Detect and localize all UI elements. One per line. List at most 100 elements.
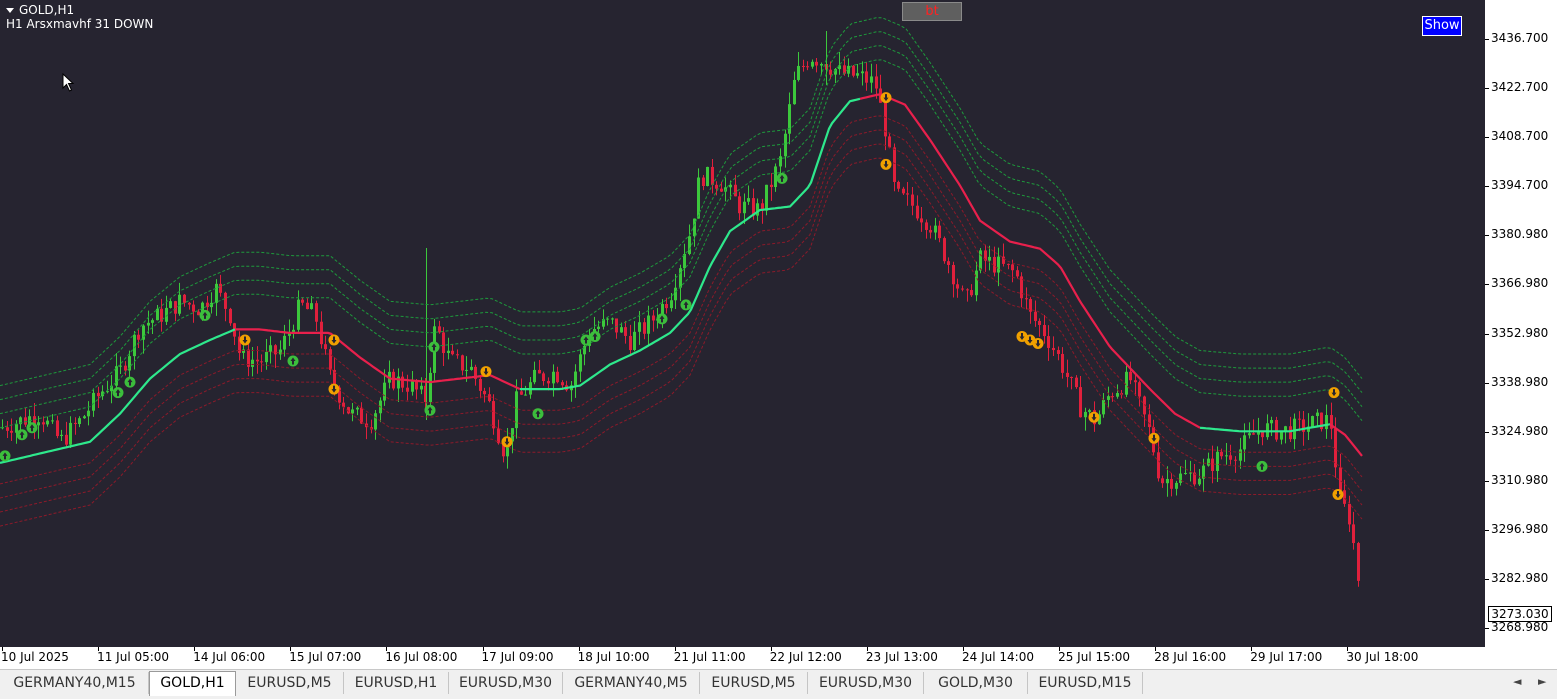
candle-body (51, 420, 54, 422)
tab-gold-m30[interactable]: GOLD,M30 (924, 672, 1028, 694)
candle-body (729, 184, 732, 188)
candle-body (447, 350, 450, 354)
candle-body (1220, 451, 1223, 457)
candle-body (178, 294, 181, 314)
candle-body (192, 304, 195, 312)
candle-body (1311, 416, 1314, 427)
candle-body (916, 205, 919, 219)
candle-body (888, 136, 891, 148)
candle-body (711, 166, 714, 185)
tab-eurusd-m5[interactable]: EURUSD,M5 (236, 672, 344, 694)
candle-body (1216, 451, 1219, 471)
candle-body (37, 422, 40, 426)
candle-body (743, 201, 746, 214)
candle-body (583, 345, 586, 355)
candle-body (1225, 455, 1228, 457)
price-axis[interactable]: 3436.700 3422.700 3408.700 3394.700 3380.980… (1484, 0, 1557, 647)
price-tick (1485, 480, 1489, 482)
candle-body (283, 335, 286, 350)
tab-gold-h1[interactable]: GOLD,H1 (149, 671, 236, 696)
candle-body (119, 365, 122, 367)
candle-body (943, 238, 946, 262)
candle-body (679, 268, 682, 288)
candle-body (1166, 478, 1169, 484)
candle-body (329, 349, 332, 370)
candle-body (174, 301, 177, 314)
price-label: 3310.980 (1491, 472, 1549, 487)
candle-body (15, 424, 18, 433)
candle-body (74, 422, 77, 425)
price-tick (1485, 186, 1489, 188)
candle-body (966, 289, 969, 291)
candle-body (702, 177, 705, 187)
candle-body (1325, 415, 1328, 430)
candle-body (1066, 372, 1069, 377)
candle-body (497, 428, 500, 444)
indicator-label: H1 Arsxmavhf 31 DOWN (6, 17, 154, 31)
candle-body (838, 65, 841, 70)
moving-average-line (859, 93, 1201, 429)
candle-body (1138, 382, 1141, 397)
candle-body (1107, 396, 1110, 400)
candle-body (815, 61, 818, 66)
candle-body (624, 327, 627, 336)
bt-button[interactable]: bt (902, 2, 962, 21)
candle-body (106, 391, 109, 393)
candle-body (1348, 503, 1351, 525)
candle-body (1075, 377, 1078, 388)
time-label: 25 Jul 15:00 (1058, 650, 1131, 664)
time-label: 11 Jul 05:00 (97, 650, 170, 664)
tab-eurusd-m15[interactable]: EURUSD,M15 (1028, 672, 1143, 694)
candle-body (461, 355, 464, 371)
price-tick (1485, 88, 1489, 90)
time-label: 16 Jul 08:00 (385, 650, 458, 664)
price-tick (1485, 137, 1489, 139)
candle-body (160, 308, 163, 322)
candle-body (251, 359, 254, 367)
candle-body (1175, 482, 1178, 489)
tab-eurusd-m5[interactable]: EURUSD,M5 (700, 672, 808, 694)
candle-body (1243, 435, 1246, 450)
candle-body (229, 308, 232, 324)
candle-body (465, 369, 468, 371)
candle-body (488, 394, 491, 402)
price-label: 3380.980 (1491, 227, 1549, 242)
tab-eurusd-m30[interactable]: EURUSD,M30 (808, 672, 924, 694)
tab-eurusd-h1[interactable]: EURUSD,H1 (344, 672, 449, 694)
candle-body (374, 413, 377, 430)
price-chart[interactable] (0, 0, 1484, 647)
candle-body (1234, 459, 1237, 461)
time-axis[interactable]: 10 Jul 2025 11 Jul 05:00 14 Jul 06:00 15 Ju… (0, 647, 1484, 669)
chart-area[interactable]: GOLD,H1 H1 Arsxmavhf 31 DOWN bt Show (0, 0, 1484, 647)
chart-tab-bar: GERMANY40,M15 GOLD,H1 EURUSD,M5 EURUSD,H1 EU… (0, 669, 1557, 699)
candle-body (893, 147, 896, 182)
tab-germany40-m15[interactable]: GERMANY40,M15 (1, 672, 149, 694)
candle-body (78, 418, 81, 425)
price-tick (1485, 578, 1489, 580)
price-tick (1485, 628, 1489, 629)
candle-body (1270, 420, 1273, 424)
candle-body (406, 387, 409, 392)
price-label: 3422.700 (1491, 80, 1549, 95)
price-label: 3268.980 (1491, 620, 1549, 634)
tab-germany40-m5[interactable]: GERMANY40,M5 (563, 672, 700, 694)
tab-eurusd-m30[interactable]: EURUSD,M30 (449, 672, 563, 694)
candle-body (1111, 396, 1114, 398)
scroll-right-icon[interactable]: ► (1538, 675, 1546, 688)
show-button[interactable]: Show (1422, 16, 1462, 36)
candle-body (652, 315, 655, 321)
candle-body (806, 66, 809, 68)
time-label: 10 Jul 2025 (1, 650, 69, 664)
candle-body (606, 318, 609, 320)
candle-body (1184, 473, 1187, 475)
time-label: 29 Jul 17:00 (1250, 650, 1323, 664)
candle-body (638, 322, 641, 332)
candle-body (1016, 270, 1019, 277)
candle-body (456, 354, 459, 356)
dropdown-triangle-icon[interactable] (6, 8, 14, 13)
scroll-left-icon[interactable]: ◄ (1513, 675, 1521, 688)
time-label: 14 Jul 06:00 (193, 650, 266, 664)
candle-body (765, 184, 768, 211)
candle-body (1179, 473, 1182, 483)
candle-body (442, 332, 445, 354)
